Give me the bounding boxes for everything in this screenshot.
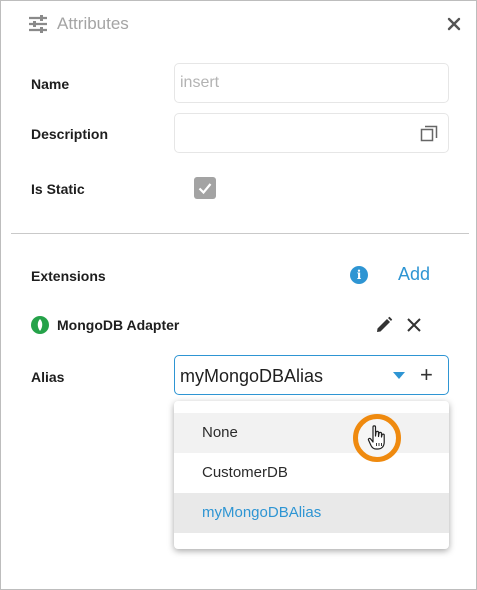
edit-pencil-icon[interactable] <box>375 316 393 334</box>
close-icon[interactable] <box>445 15 463 33</box>
description-input[interactable] <box>175 114 448 152</box>
alias-dropdown-menu: None CustomerDB myMongoDBAlias <box>174 401 449 549</box>
attributes-panel: Attributes Name Description Is Static Ex… <box>0 0 477 590</box>
alias-select[interactable]: myMongoDBAlias + <box>174 355 449 395</box>
dropdown-option-mymongodbalias[interactable]: myMongoDBAlias <box>174 493 449 533</box>
name-field[interactable] <box>174 63 449 103</box>
add-extension-button[interactable]: Add <box>398 264 430 285</box>
is-static-checkbox[interactable] <box>194 177 216 199</box>
name-input[interactable] <box>175 64 448 102</box>
adapter-item: MongoDB Adapter <box>31 314 179 336</box>
alias-selected-value: myMongoDBAlias <box>180 366 324 386</box>
add-alias-button[interactable]: + <box>420 361 433 389</box>
description-field[interactable] <box>174 113 449 153</box>
name-label: Name <box>31 76 70 92</box>
panel-title: Attributes <box>57 14 129 33</box>
remove-adapter-icon[interactable] <box>406 317 422 333</box>
mongodb-leaf-icon <box>31 316 49 334</box>
alias-label: Alias <box>31 369 65 385</box>
copy-icon[interactable] <box>420 125 438 143</box>
panel-header: Attributes <box>27 11 129 37</box>
extensions-label: Extensions <box>31 268 106 284</box>
dropdown-option-customerdb[interactable]: CustomerDB <box>174 453 449 493</box>
section-divider <box>11 233 469 234</box>
checkmark-icon <box>198 183 212 195</box>
adapter-name: MongoDB Adapter <box>57 317 180 333</box>
chevron-down-icon[interactable] <box>393 372 405 379</box>
is-static-label: Is Static <box>31 181 85 197</box>
dropdown-option-none[interactable]: None <box>174 413 449 453</box>
sliders-icon <box>29 15 47 33</box>
description-label: Description <box>31 126 109 142</box>
info-icon[interactable]: i <box>350 266 368 284</box>
cursor-highlight <box>353 414 401 462</box>
hand-pointer-icon <box>367 425 385 450</box>
